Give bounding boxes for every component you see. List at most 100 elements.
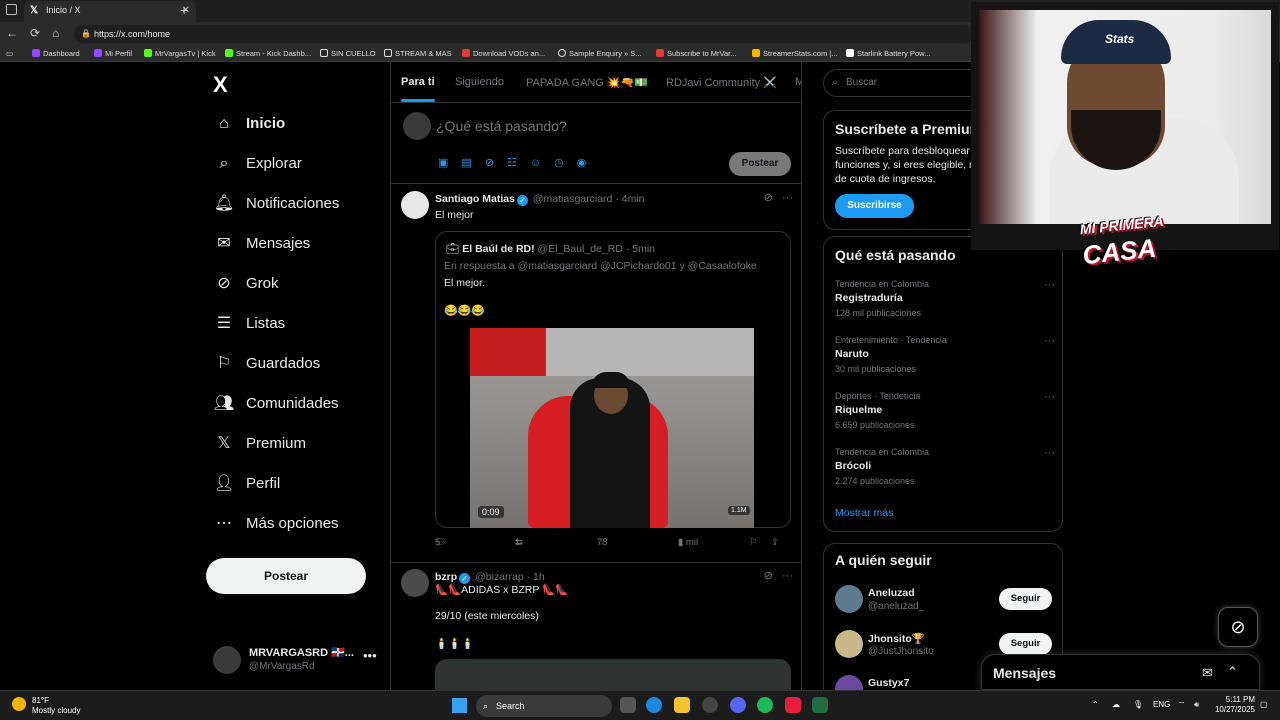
poll-icon[interactable]: ☷ <box>507 157 530 169</box>
video-player[interactable]: 0:09 1.1M <box>470 328 754 528</box>
post-button[interactable]: Postear <box>206 558 366 594</box>
bookmark-item[interactable]: SIN CUELLO <box>320 49 376 58</box>
windows-start-icon[interactable] <box>452 698 467 713</box>
home-browser-icon[interactable]: ⌂ <box>52 26 59 40</box>
system-clock[interactable]: 5:11 PM 10/27/2025 <box>1213 695 1255 715</box>
show-more-link[interactable]: Mostrar más <box>835 507 893 519</box>
nav-item-perfil[interactable]: 👤︎ Perfil <box>213 469 280 499</box>
nav-item-notificaciones[interactable]: 🔔︎ Notificaciones <box>213 189 340 219</box>
post-time[interactable]: · 4min <box>615 193 644 205</box>
trend-item[interactable]: Entretenimiento · Tendencia Naruto 30 mi… <box>835 335 1055 374</box>
grok-icon[interactable]: ⊘ <box>764 570 773 582</box>
grok-icon[interactable]: ⊘ <box>485 157 507 169</box>
tray-chevron-icon[interactable]: ⌃ <box>1092 700 1099 709</box>
bookmark-item[interactable]: Subscribe to MrVar... <box>656 49 736 58</box>
back-icon[interactable]: ← <box>6 26 18 40</box>
window-menu-icon[interactable] <box>6 4 17 15</box>
bookmark-item[interactable]: Starlink Battery Pow... <box>846 49 930 58</box>
obs-icon[interactable] <box>702 697 718 713</box>
bookmark-item[interactable]: Mi Perfil <box>94 49 132 58</box>
post[interactable]: bzrp ✓ @bizarrap · 1h ⊘ ··· 👠👠ADIDAS x BZ… <box>391 562 801 690</box>
emoji-icon[interactable]: ☺ <box>530 157 554 169</box>
nav-item-comunidades[interactable]: 👥︎ Comunidades <box>213 389 339 419</box>
gif-icon[interactable]: ▤ <box>461 157 484 169</box>
notifications-icon[interactable]: ▢ <box>1260 700 1268 709</box>
app-icon[interactable] <box>812 697 828 713</box>
more-dots-icon[interactable]: ··· <box>782 570 793 582</box>
x-logo-icon[interactable]: X <box>213 72 228 98</box>
tab-siguiendo[interactable]: Siguiendo <box>455 76 504 88</box>
more-dots-icon[interactable]: ··· <box>782 192 793 204</box>
edge-icon[interactable] <box>646 697 662 713</box>
nav-item-premium[interactable]: 𝕏 Premium <box>213 429 306 459</box>
task-view-icon[interactable] <box>620 697 636 713</box>
spotify-icon[interactable] <box>757 697 773 713</box>
messages-drawer[interactable]: Mensajes ✉ ⌃ <box>981 654 1260 690</box>
nav-item-mas-opciones[interactable]: ⋯ Más opciones <box>213 509 339 539</box>
follow-button[interactable]: Seguir <box>999 633 1052 655</box>
follow-button[interactable]: Seguir <box>999 588 1052 610</box>
tab-more[interactable]: M <box>795 76 801 88</box>
follow-suggestion[interactable]: Aneluzad @aneluzad_ Seguir <box>835 585 1053 615</box>
post-time[interactable]: · 1h <box>527 571 545 583</box>
tab-rdjavi-community[interactable]: RDJavi Community ⚔️ <box>666 76 777 89</box>
nav-item-listas[interactable]: ☰ Listas <box>213 309 285 339</box>
image-icon[interactable]: ▣ <box>438 157 461 169</box>
nav-item-explorar[interactable]: ⌕ Explorar <box>213 149 302 179</box>
bookmark-item[interactable]: MrVargasTv | Kick <box>144 49 216 58</box>
subscribe-button[interactable]: Suscribirse <box>835 194 914 218</box>
url-field[interactable]: 🔒 https://x.com/home <box>74 25 974 43</box>
post-author[interactable]: Santiago Matias <box>435 193 515 205</box>
discord-icon[interactable] <box>730 697 746 713</box>
bookmark-item[interactable]: Download VODs an... <box>462 49 545 58</box>
bookmark-icon[interactable]: ⚐ <box>749 537 758 548</box>
onedrive-icon[interactable]: ☁ <box>1112 700 1120 709</box>
post-author[interactable]: bzrp <box>435 571 457 583</box>
nav-item-grok[interactable]: ⊘ Grok <box>213 269 278 299</box>
bookmark-item[interactable]: Stream - Kick Dashb... <box>225 49 311 58</box>
grok-icon[interactable]: ⊘ <box>764 192 773 204</box>
mic-icon[interactable]: 🎙︎ <box>1133 700 1143 709</box>
app-icon[interactable] <box>785 697 801 713</box>
avatar[interactable] <box>401 191 429 219</box>
wifi-icon[interactable]: ⌔ <box>1178 700 1186 710</box>
account-switcher[interactable]: MRVARGASRD 🇩🇴... @MrVargasRd ••• <box>213 642 383 676</box>
nav-item-guardados[interactable]: ⚐ Guardados <box>213 349 320 379</box>
new-message-icon[interactable]: ✉ <box>1202 665 1213 681</box>
schedule-icon[interactable]: ◷ <box>554 157 577 169</box>
more-dots-icon[interactable]: ••• <box>363 648 377 663</box>
compose-input[interactable]: ¿Qué está pasando? <box>436 118 567 134</box>
avatar[interactable] <box>401 569 429 597</box>
location-icon[interactable]: ◉ <box>577 157 600 169</box>
file-explorer-icon[interactable] <box>674 697 690 713</box>
trend-item[interactable]: Tendencia en Colombia Registraduría 128 … <box>835 279 1055 318</box>
language-indicator[interactable]: ENG <box>1153 700 1170 709</box>
trend-item[interactable]: Deportes · Tendencia Riquelme 6.659 publ… <box>835 391 1055 430</box>
more-dots-icon[interactable]: ··· <box>1044 391 1055 403</box>
compose-post-button[interactable]: Postear <box>729 152 791 176</box>
post[interactable]: Santiago Matias ✓ @matiasgarciard · 4min … <box>391 185 801 561</box>
post-handle[interactable]: @matiasgarciard <box>533 193 613 205</box>
post-media[interactable] <box>435 659 791 690</box>
volume-icon[interactable]: 🔊︎ <box>1194 700 1199 710</box>
bookmark-item[interactable]: Sample Enquiry » S... <box>558 49 642 58</box>
bookmarks-menu-icon[interactable]: ▭ <box>6 49 13 58</box>
bookmark-item[interactable]: STREAM & MAS <box>384 49 452 58</box>
more-dots-icon[interactable]: ··· <box>1044 335 1055 347</box>
expand-icon[interactable]: ⌃ <box>1227 664 1238 680</box>
more-dots-icon[interactable]: ··· <box>1044 447 1055 459</box>
taskbar-search[interactable]: ⌕ Search <box>476 695 612 717</box>
tab-para-ti[interactable]: Para ti <box>401 76 435 88</box>
reload-icon[interactable]: ⟳ <box>30 26 40 40</box>
grok-icon[interactable]: ⊘ <box>1218 607 1258 647</box>
quoted-post[interactable]: 💼︎ El Baúl de RD! @El_Baul_de_RD · 5min … <box>435 231 791 528</box>
tab-papada-gang[interactable]: PAPADA GANG 💥🔫💵 <box>526 76 648 89</box>
bookmark-item[interactable]: Dashboard <box>32 49 80 58</box>
post-handle[interactable]: @bizarrap <box>475 571 524 583</box>
trend-item[interactable]: Tendencia en Colombia Brócoli 2.274 publ… <box>835 447 1055 486</box>
share-icon[interactable]: ⇪ <box>771 537 779 548</box>
nav-item-inicio[interactable]: ⌂ Inicio <box>213 109 285 139</box>
new-tab-icon[interactable]: + <box>180 2 188 18</box>
browser-tab[interactable]: 𝕏 Inicio / X ✕ <box>24 1 196 22</box>
more-dots-icon[interactable]: ··· <box>1044 279 1055 291</box>
